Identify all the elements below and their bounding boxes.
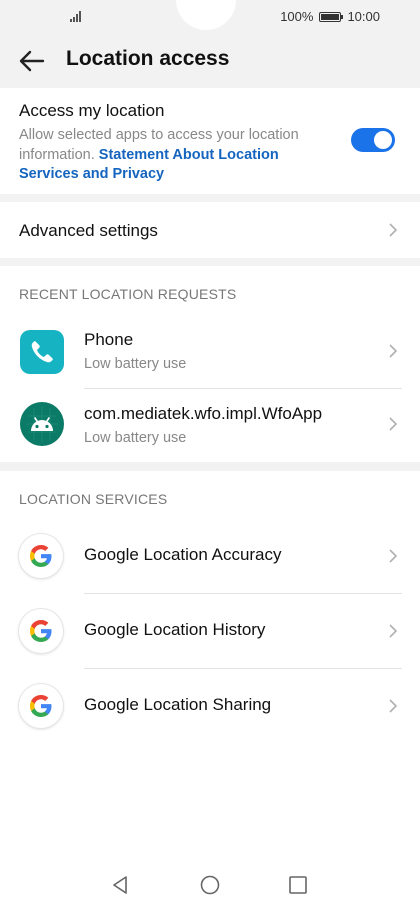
access-my-location-label: Access my location (19, 101, 165, 120)
nav-home-icon[interactable] (199, 874, 221, 896)
google-icon (19, 609, 63, 653)
access-my-location-description: Allow selected apps to access your locat… (19, 126, 329, 185)
status-bar: 100% 10:00 (0, 0, 420, 34)
battery-percent: 100% (280, 9, 314, 24)
google-icon (19, 534, 63, 578)
access-my-location-card[interactable]: Access my location Allow selected apps t… (0, 88, 420, 194)
phone-app-icon (20, 330, 64, 374)
status-right: 100% 10:00 (280, 9, 380, 24)
access-my-location-toggle[interactable] (351, 128, 395, 152)
list-item-google-location-history[interactable]: Google Location History (0, 594, 420, 668)
list-item-title: Google Location Sharing (84, 695, 272, 714)
advanced-settings-label: Advanced settings (19, 221, 158, 240)
list-item-title: com.mediatek.wfo.impl.WfoApp (84, 404, 323, 423)
list-item-google-location-accuracy[interactable]: Google Location Accuracy (0, 519, 420, 593)
google-icon (19, 684, 63, 728)
list-item-title: Google Location Accuracy (84, 545, 282, 564)
section-title-services: LOCATION SERVICES (19, 491, 168, 507)
signal-icon (70, 10, 86, 22)
chevron-right-icon (389, 549, 398, 563)
chevron-right-icon (389, 624, 398, 638)
chevron-right-icon (389, 417, 398, 431)
camera-notch (176, 0, 236, 30)
android-app-icon (20, 402, 64, 446)
list-item-wfoapp[interactable]: com.mediatek.wfo.impl.WfoApp Low battery… (0, 390, 420, 462)
chevron-right-icon (389, 223, 398, 237)
list-item-subtitle: Low battery use (84, 356, 187, 372)
toggle-knob (374, 131, 392, 149)
list-item-phone[interactable]: Phone Low battery use (0, 316, 420, 390)
chevron-right-icon (389, 344, 398, 358)
divider (84, 388, 402, 389)
section-title-recent: RECENT LOCATION REQUESTS (19, 286, 237, 302)
list-item-title: Phone (84, 330, 134, 349)
nav-back-icon[interactable] (110, 874, 132, 896)
list-item-google-location-sharing[interactable]: Google Location Sharing (0, 669, 420, 743)
advanced-settings-row[interactable]: Advanced settings (0, 202, 420, 258)
location-services-card: LOCATION SERVICES Google Location Accura… (0, 471, 420, 910)
page-title: Location access (66, 47, 230, 70)
recent-location-requests-card: RECENT LOCATION REQUESTS Phone Low batte… (0, 266, 420, 462)
nav-recents-icon[interactable] (287, 874, 309, 896)
clock: 10:00 (347, 9, 380, 24)
battery-fill (321, 13, 340, 20)
list-item-subtitle: Low battery use (84, 430, 187, 446)
battery-icon (319, 11, 344, 22)
back-arrow-icon[interactable] (18, 48, 46, 74)
chevron-right-icon (389, 699, 398, 713)
system-nav-bar (0, 860, 420, 910)
app-bar: Location access (0, 34, 420, 88)
list-item-title: Google Location History (84, 620, 266, 639)
